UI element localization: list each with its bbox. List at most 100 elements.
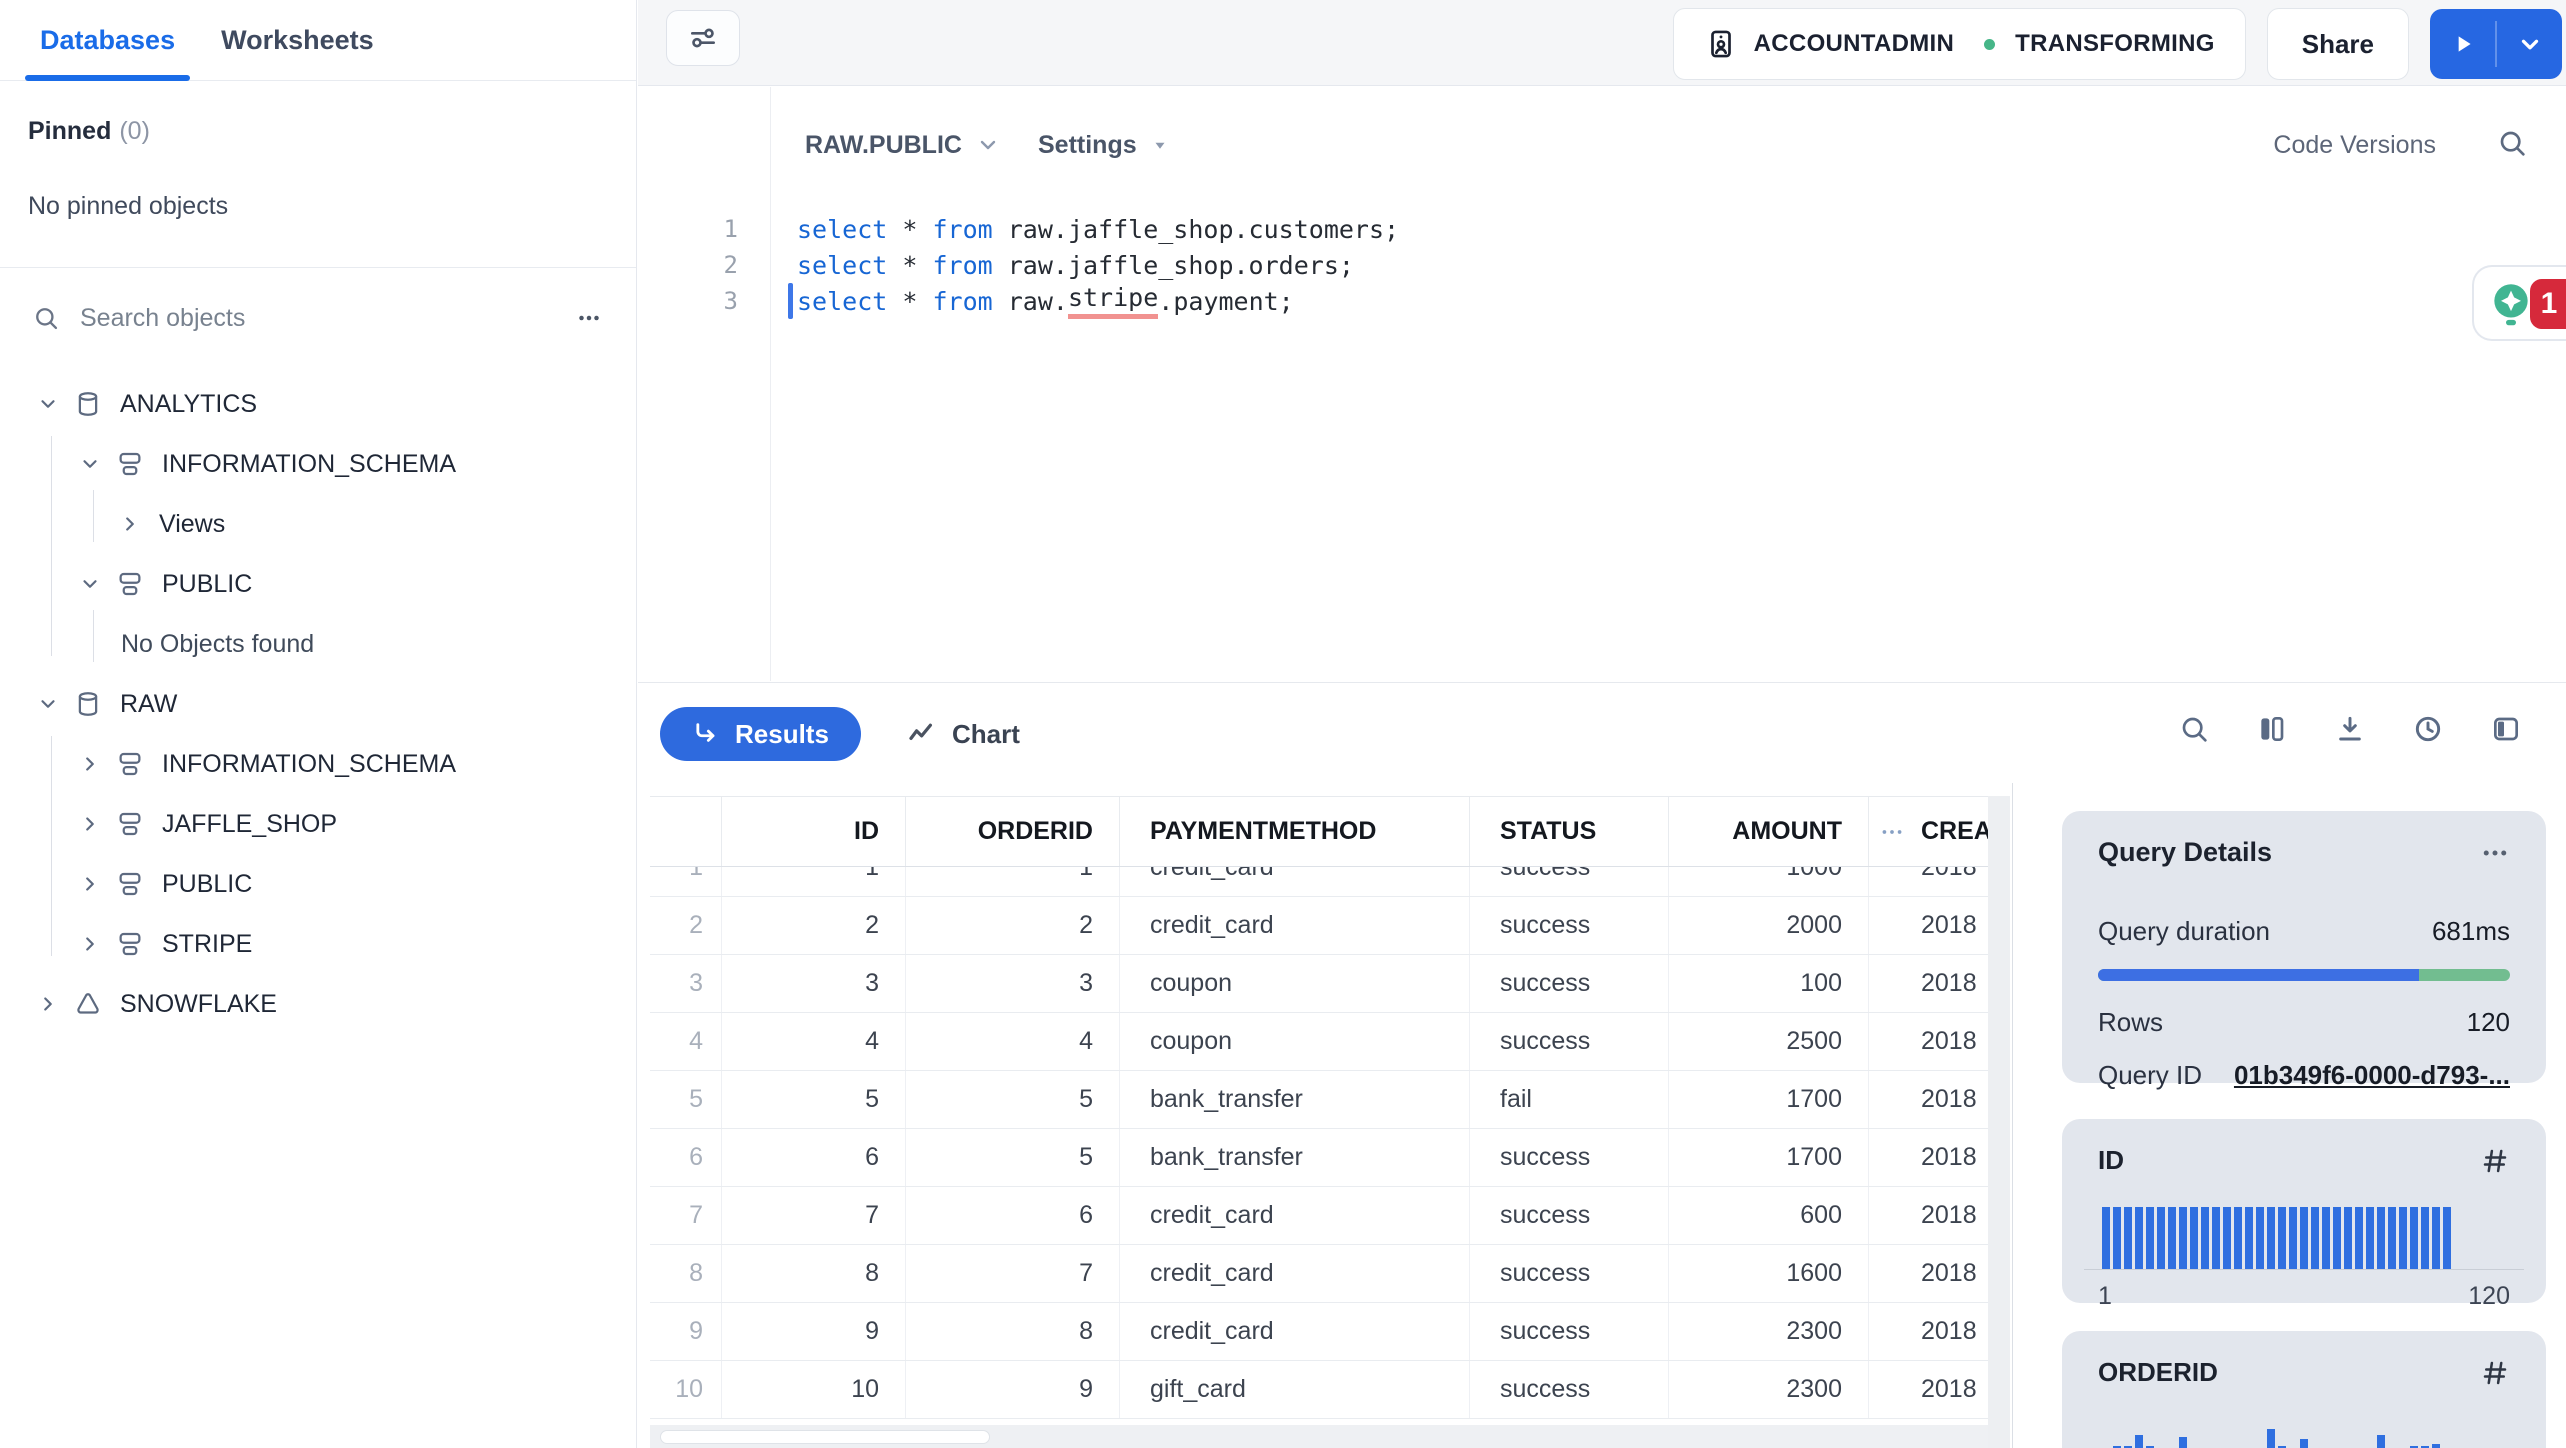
table-row[interactable]: 3 3 3 coupon success 100 2018 (650, 955, 1988, 1013)
tab-worksheets[interactable]: Worksheets (221, 0, 374, 80)
worksheet-filters-button[interactable] (666, 10, 740, 66)
share-button[interactable]: Share (2266, 8, 2409, 80)
table-cell[interactable]: 2 (722, 897, 906, 954)
settings-menu[interactable]: Settings (1038, 125, 1169, 165)
download-icon[interactable] (2334, 713, 2366, 745)
table-cell[interactable]: 2018 (1869, 1187, 1988, 1244)
table-cell[interactable]: credit_card (1120, 1187, 1470, 1244)
table-cell[interactable]: credit_card (1120, 1245, 1470, 1302)
table-row[interactable]: 5 5 5 bank_transfer fail 1700 2018 (650, 1071, 1988, 1129)
row-number[interactable]: 10 (650, 1361, 722, 1418)
chevron-right-icon[interactable] (78, 872, 102, 896)
sidebar-item-public-analytics[interactable]: PUBLIC (0, 554, 636, 614)
table-cell[interactable]: 2018 (1869, 1129, 1988, 1186)
table-cell[interactable]: 3 (722, 955, 906, 1012)
chevron-down-icon[interactable] (78, 452, 102, 476)
table-cell[interactable]: 8 (906, 1303, 1120, 1360)
table-horizontal-scrollbar[interactable] (650, 1425, 1988, 1448)
table-cell[interactable]: success (1470, 897, 1669, 954)
tab-chart[interactable]: Chart (906, 707, 1020, 761)
table-cell[interactable]: coupon (1120, 955, 1470, 1012)
table-cell[interactable]: 6 (906, 1187, 1120, 1244)
table-cell[interactable]: gift_card (1120, 1361, 1470, 1418)
code-versions-button[interactable]: Code Versions (2273, 125, 2436, 165)
sidebar-item-views[interactable]: Views (0, 494, 636, 554)
table-cell[interactable]: 7 (722, 1187, 906, 1244)
table-cell[interactable]: success (1470, 1013, 1669, 1070)
table-cell[interactable]: 1700 (1669, 1129, 1869, 1186)
sidebar-item-stripe[interactable]: STRIPE (0, 914, 636, 974)
sidebar-item-raw-public[interactable]: PUBLIC (0, 854, 636, 914)
table-cell[interactable]: 2018 (1869, 897, 1988, 954)
split-panel-icon[interactable] (2490, 713, 2522, 745)
chevron-down-icon[interactable] (78, 572, 102, 596)
row-number[interactable]: 7 (650, 1187, 722, 1244)
table-cell[interactable]: bank_transfer (1120, 1129, 1470, 1186)
table-cell[interactable]: credit_card (1120, 1303, 1470, 1360)
chevron-right-icon[interactable] (118, 512, 142, 536)
session-context-button[interactable]: ACCOUNTADMIN TRANSFORMING (1672, 8, 2246, 80)
chevron-right-icon[interactable] (78, 752, 102, 776)
table-cell[interactable]: 5 (906, 1071, 1120, 1128)
table-cell[interactable]: 2018 (1869, 1071, 1988, 1128)
table-cell[interactable]: success (1470, 1361, 1669, 1418)
hash-icon[interactable] (2480, 1146, 2510, 1176)
table-cell[interactable]: 2000 (1669, 897, 1869, 954)
table-cell[interactable]: 2018 (1869, 1361, 1988, 1418)
table-row[interactable]: 6 6 5 bank_transfer success 1700 2018 (650, 1129, 1988, 1187)
code-line[interactable]: select * from raw. stripe .payment; (797, 283, 1294, 319)
chevron-down-icon[interactable] (36, 692, 60, 716)
run-button[interactable] (2430, 9, 2495, 79)
table-cell[interactable]: 10 (722, 1361, 906, 1418)
code-line[interactable]: select * from raw.jaffle_shop.orders; (797, 247, 1354, 283)
table-cell[interactable]: 9 (722, 1303, 906, 1360)
row-number[interactable]: 3 (650, 955, 722, 1012)
table-cell[interactable]: 2018 (1869, 1245, 1988, 1302)
table-cell[interactable]: 5 (722, 1071, 906, 1128)
table-row[interactable]: 7 7 6 credit_card success 600 2018 (650, 1187, 1988, 1245)
table-cell[interactable]: credit_card (1120, 897, 1470, 954)
table-cell[interactable]: 4 (722, 1013, 906, 1070)
column-header-orderid[interactable]: ORDERID (906, 797, 1120, 866)
hidden-columns-icon[interactable] (1879, 819, 1905, 845)
row-number[interactable]: 4 (650, 1013, 722, 1070)
table-cell[interactable]: success (1470, 955, 1669, 1012)
chevron-right-icon[interactable] (78, 932, 102, 956)
sidebar-item-raw-information-schema[interactable]: INFORMATION_SCHEMA (0, 734, 636, 794)
sidebar-item-jaffle-shop[interactable]: JAFFLE_SHOP (0, 794, 636, 854)
sidebar-item-raw[interactable]: RAW (0, 674, 636, 734)
table-cell[interactable]: 7 (906, 1245, 1120, 1302)
editor-search-icon[interactable] (2496, 127, 2528, 159)
table-cell[interactable]: 2 (906, 897, 1120, 954)
table-cell[interactable]: success (1470, 1303, 1669, 1360)
row-number[interactable]: 2 (650, 897, 722, 954)
table-cell[interactable]: success (1470, 1129, 1669, 1186)
table-cell[interactable]: 2018 (1869, 955, 1988, 1012)
search-results-icon[interactable] (2178, 713, 2210, 745)
database-context-selector[interactable]: RAW.PUBLIC (805, 125, 1000, 165)
query-id-link[interactable]: 01b349f6-0000-d793-... (2234, 1060, 2510, 1091)
table-cell[interactable]: 9 (906, 1361, 1120, 1418)
chevron-down-icon[interactable] (36, 392, 60, 416)
table-cell[interactable]: 1700 (1669, 1071, 1869, 1128)
column-header-paymentmethod[interactable]: PAYMENTMETHOD (1120, 797, 1470, 866)
table-cell[interactable]: 5 (906, 1129, 1120, 1186)
id-histogram[interactable] (2084, 1192, 2524, 1270)
column-header-status[interactable]: STATUS (1470, 797, 1669, 866)
table-row[interactable]: 10 10 9 gift_card success 2300 2018 (650, 1361, 1988, 1419)
run-options-button[interactable] (2497, 9, 2562, 79)
row-number[interactable]: 5 (650, 1071, 722, 1128)
query-details-menu-icon[interactable] (2480, 838, 2510, 868)
table-cell[interactable]: 3 (906, 955, 1120, 1012)
chevron-right-icon[interactable] (36, 992, 60, 1016)
table-cell[interactable]: 2500 (1669, 1013, 1869, 1070)
row-number[interactable]: 6 (650, 1129, 722, 1186)
column-header-amount[interactable]: AMOUNT (1669, 797, 1869, 866)
sidebar-item-information-schema[interactable]: INFORMATION_SCHEMA (0, 434, 636, 494)
column-header-created[interactable]: CREATED (1869, 797, 1988, 866)
table-cell[interactable]: bank_transfer (1120, 1071, 1470, 1128)
columns-icon[interactable] (2256, 713, 2288, 745)
table-cell[interactable]: coupon (1120, 1013, 1470, 1070)
orderid-histogram[interactable] (2098, 1404, 2510, 1448)
table-cell[interactable]: 600 (1669, 1187, 1869, 1244)
